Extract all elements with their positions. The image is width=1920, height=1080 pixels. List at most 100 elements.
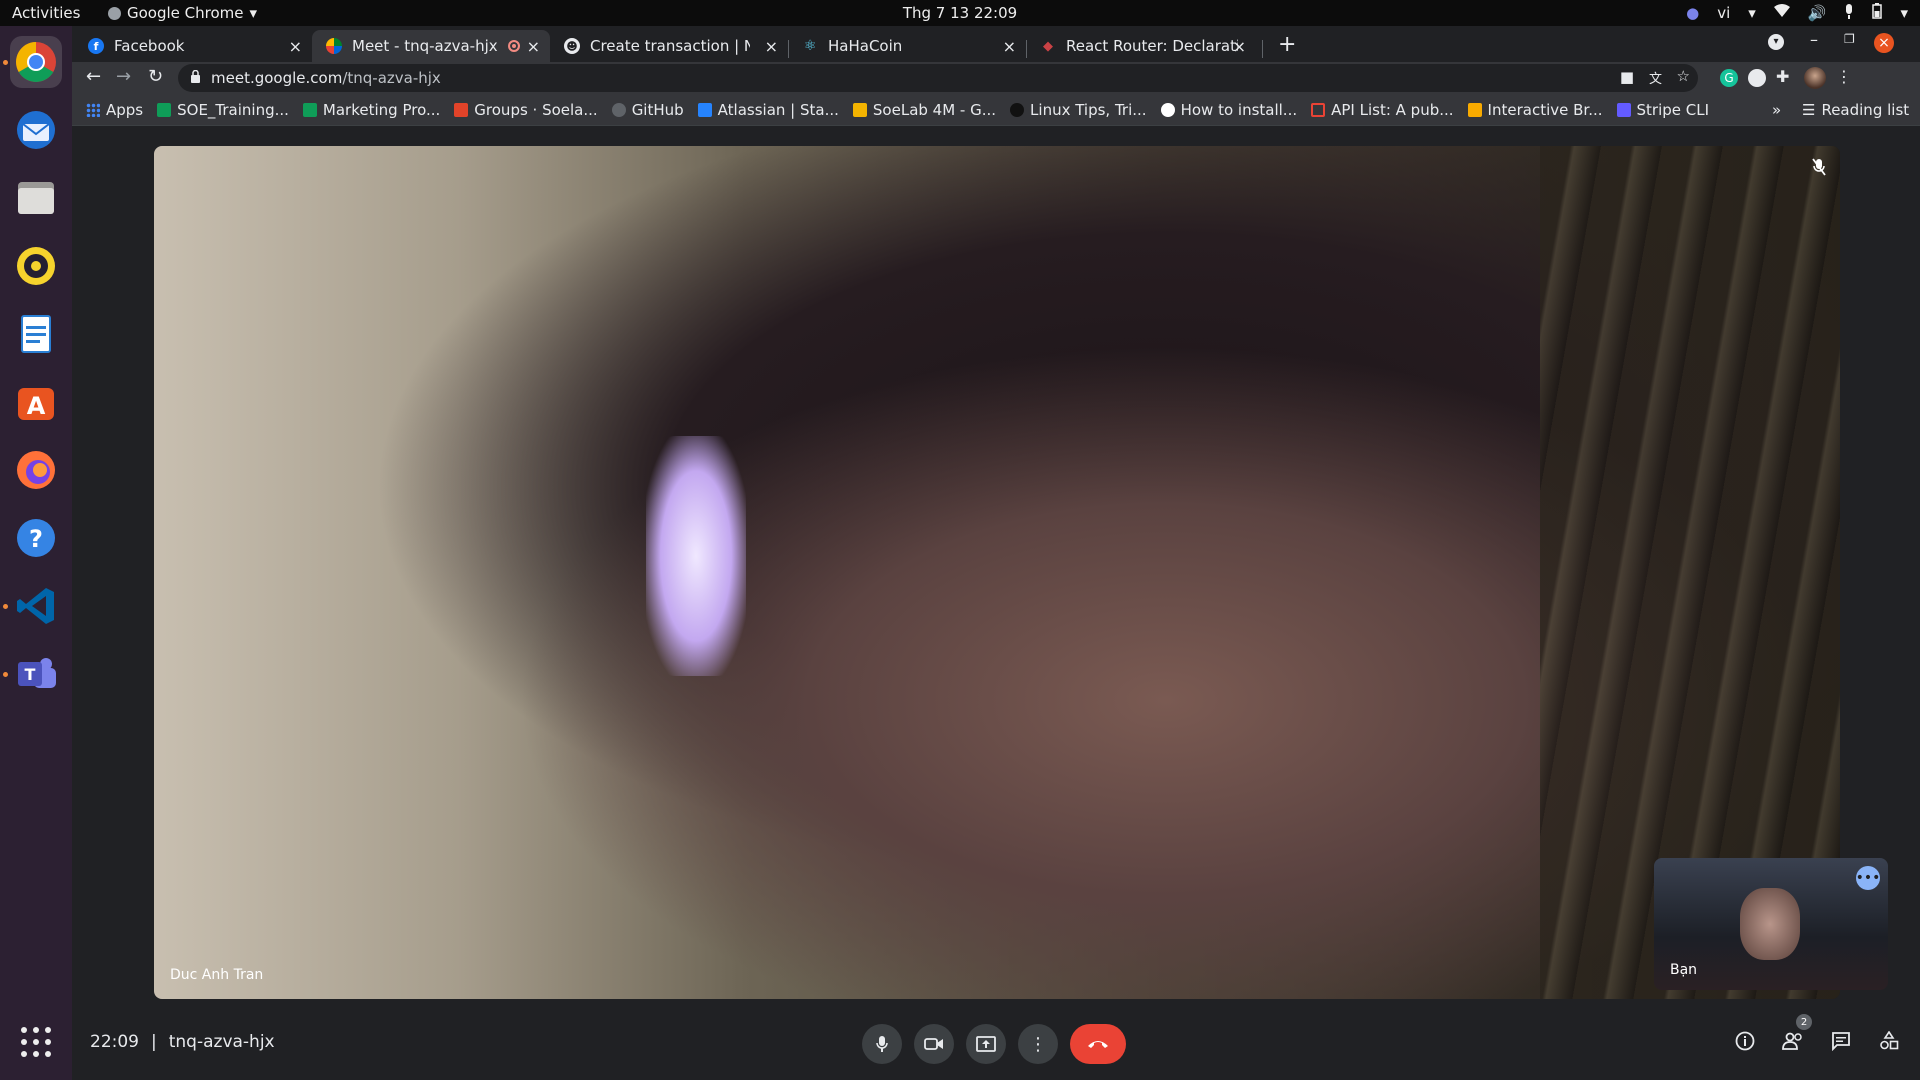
url-host: meet.google.com — [211, 69, 343, 87]
dock-thunderbird[interactable] — [10, 104, 62, 156]
more-bookmarks-icon[interactable]: » — [1772, 101, 1781, 119]
new-tab-button[interactable]: + — [1278, 32, 1296, 57]
self-view-tile[interactable]: ••• Bạn — [1654, 858, 1888, 990]
participants-button[interactable]: 2 — [1780, 1014, 1812, 1054]
battery-icon[interactable] — [1872, 3, 1883, 23]
back-button[interactable]: ← — [86, 66, 101, 87]
bookmark-item[interactable]: Marketing Pro... — [302, 101, 440, 119]
reading-list-button[interactable]: ☰ Reading list — [1802, 101, 1909, 119]
react-router-icon: ◆ — [1043, 38, 1053, 54]
gitlab-icon — [454, 102, 469, 117]
minimize-window-button[interactable]: – — [1810, 30, 1818, 49]
close-tab-icon[interactable]: × — [1233, 37, 1246, 56]
restore-window-button[interactable]: ❐ — [1844, 32, 1855, 46]
activities-panel-button[interactable] — [1876, 1028, 1902, 1054]
self-video-face — [1740, 888, 1800, 960]
tab-hahacoin[interactable]: ⚛ HaHaCoin × — [788, 30, 1026, 62]
bookmark-apps[interactable]: Apps — [86, 101, 143, 119]
tab-meet[interactable]: Meet - tnq-azva-hjx × — [312, 30, 550, 62]
bookmark-item[interactable]: Groups · Soela... — [454, 100, 598, 119]
dock-firefox[interactable] — [10, 444, 62, 496]
close-tab-icon[interactable]: × — [289, 37, 302, 56]
software-store-icon: A — [18, 388, 54, 420]
volume-icon[interactable]: 🔊 — [1808, 4, 1827, 22]
translate-icon[interactable]: 文 — [1649, 68, 1662, 87]
tab-search-icon[interactable]: ▾ — [1768, 34, 1784, 50]
bookmark-item[interactable]: GitHub — [611, 101, 684, 119]
bookmark-label: Stripe CLI — [1636, 100, 1710, 119]
app-menu[interactable]: Google Chrome ▾ — [108, 4, 257, 22]
dock-teams[interactable]: T — [10, 648, 62, 700]
tab-title: HaHaCoin — [828, 37, 903, 55]
profile-avatar[interactable] — [1804, 67, 1826, 89]
navigation-toolbar: ← → ↻ meet.google.com /tnq-azva-hjx ■ 文 … — [72, 62, 1920, 94]
present-screen-button[interactable] — [966, 1024, 1006, 1064]
system-tray[interactable]: ● vi ▾ 🔊 ▾ — [1686, 3, 1908, 23]
participant-video[interactable]: Duc Anh Tran — [154, 146, 1840, 999]
camera-button[interactable] — [914, 1024, 954, 1064]
close-tab-icon[interactable]: × — [765, 37, 778, 56]
tab-create-transaction[interactable]: ☻ Create transaction | New × — [550, 30, 788, 62]
reading-list-label: Reading list — [1821, 100, 1910, 119]
show-applications-button[interactable] — [10, 1016, 62, 1068]
wifi-icon[interactable] — [1773, 4, 1790, 22]
end-call-button[interactable] — [1070, 1024, 1126, 1064]
dock-rhythmbox[interactable] — [10, 240, 62, 292]
address-bar[interactable]: meet.google.com /tnq-azva-hjx ■ 文 ☆ — [178, 64, 1698, 92]
bookmark-item[interactable]: SoeLab 4M - G... — [852, 101, 996, 119]
bookmark-item[interactable]: Atlassian | Sta... — [697, 101, 839, 119]
bookmark-label: How to install... — [1180, 100, 1298, 119]
dock-vscode[interactable] — [10, 580, 62, 632]
bookmark-star-icon[interactable]: ☆ — [1677, 67, 1690, 85]
meeting-details-button[interactable] — [1732, 1028, 1758, 1054]
clock-label[interactable]: Thg 7 13 22:09 — [903, 4, 1017, 22]
tab-react-router[interactable]: ◆ React Router: Declarative × — [1026, 30, 1256, 62]
dock-writer[interactable] — [10, 308, 62, 360]
forward-button[interactable]: → — [116, 66, 131, 87]
teams-tray-icon[interactable]: ● — [1686, 4, 1699, 22]
input-method-label[interactable]: vi — [1717, 4, 1730, 22]
bookmark-item[interactable]: SOE_Training... — [157, 101, 289, 119]
lock-icon[interactable] — [190, 69, 201, 87]
info-icon — [1735, 1031, 1755, 1051]
bookmark-item[interactable]: Interactive Br... — [1467, 101, 1603, 119]
power-menu-icon[interactable]: ▾ — [1900, 4, 1908, 22]
activities-button[interactable]: Activities — [12, 4, 80, 22]
sheets-icon — [157, 102, 172, 117]
bookmark-label: Groups · Soela... — [474, 100, 598, 119]
bookmark-item[interactable]: How to install... — [1160, 100, 1298, 119]
close-window-button[interactable]: × — [1874, 33, 1894, 53]
close-tab-icon[interactable]: × — [1003, 37, 1016, 56]
chrome-small-icon — [108, 6, 121, 20]
files-icon — [18, 182, 54, 214]
extension-icon[interactable] — [1748, 69, 1766, 87]
tab-facebook[interactable]: f Facebook × — [74, 30, 312, 62]
dock-help[interactable]: ? — [10, 512, 62, 564]
meeting-info: 22:09 | tnq-azva-hjx — [90, 1032, 275, 1052]
close-tab-icon[interactable]: × — [527, 37, 540, 56]
grammarly-extension-icon[interactable]: G — [1720, 69, 1738, 87]
dock-software[interactable]: A — [10, 376, 62, 428]
tab-title: Create transaction | New — [590, 37, 750, 55]
more-options-icon[interactable]: ••• — [1856, 866, 1880, 890]
chrome-menu-icon[interactable]: ⋮ — [1836, 67, 1852, 86]
sheets-icon — [302, 102, 317, 117]
react-icon: ⚛ — [803, 38, 817, 54]
dock-chrome[interactable] — [10, 36, 62, 88]
more-vert-icon: ⋮ — [1029, 1033, 1047, 1055]
more-options-button[interactable]: ⋮ — [1018, 1024, 1058, 1064]
microphone-tray-icon[interactable] — [1844, 3, 1854, 23]
bookmark-item[interactable]: Linux Tips, Tri... — [1010, 101, 1147, 119]
reload-button[interactable]: ↻ — [148, 66, 163, 87]
reading-list-icon: ☰ — [1802, 100, 1816, 119]
bookmark-item[interactable]: API List: A pub... — [1311, 100, 1454, 119]
microphone-button[interactable] — [862, 1024, 902, 1064]
info-divider: | — [151, 1032, 157, 1052]
bookmark-label: API List: A pub... — [1331, 100, 1454, 119]
chat-button[interactable] — [1828, 1028, 1854, 1054]
camera-in-use-icon[interactable]: ■ — [1620, 68, 1634, 86]
api-list-icon — [1311, 102, 1326, 117]
extensions-puzzle-icon[interactable]: ✚ — [1776, 67, 1789, 86]
dock-files[interactable] — [10, 172, 62, 224]
bookmark-item[interactable]: Stripe CLI — [1616, 100, 1710, 119]
